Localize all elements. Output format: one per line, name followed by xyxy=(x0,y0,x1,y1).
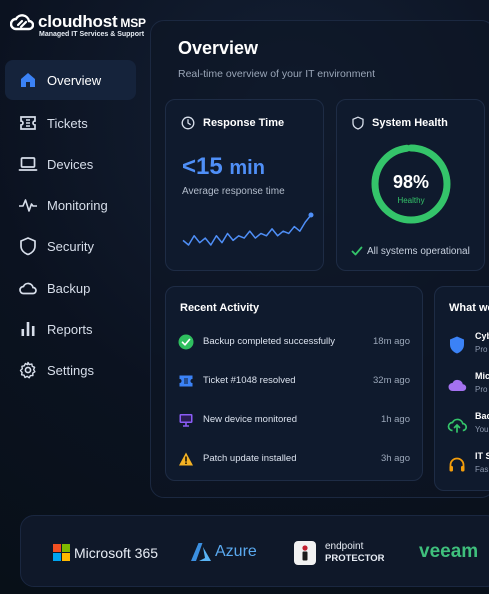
sidebar-item-label: Devices xyxy=(47,157,94,172)
activity-text: Ticket #1048 resolved xyxy=(203,375,296,386)
sidebar-item-overview[interactable]: Overview xyxy=(5,60,136,100)
health-value: 98% xyxy=(392,172,430,192)
bar-chart-icon xyxy=(21,322,35,336)
response-time-sparkline xyxy=(182,212,314,246)
recent-activity-card: Recent Activity Backup completed success… xyxy=(165,286,423,481)
sidebar-item-monitoring[interactable]: Monitoring xyxy=(5,185,136,225)
page-subtitle: Real-time overview of your IT environmen… xyxy=(178,68,376,80)
service-desc: Fas xyxy=(475,465,489,474)
partner-name-line2: PROTECTOR xyxy=(325,553,385,564)
headset-icon xyxy=(449,457,465,472)
service-desc: Pro xyxy=(475,385,488,394)
partner-name: veeam xyxy=(419,541,479,562)
brand-name: cloudhost MSP xyxy=(38,12,146,31)
services-title: What we xyxy=(449,302,489,314)
sidebar-item-label: Monitoring xyxy=(47,198,108,213)
activity-text: Patch update installed xyxy=(203,453,297,464)
sidebar-item-label: Overview xyxy=(47,73,102,88)
microsoft-logo-icon xyxy=(53,544,70,561)
azure-logo-icon xyxy=(191,543,211,561)
sparkline-end-dot xyxy=(308,212,314,218)
cloud-icon xyxy=(448,379,467,391)
shield-icon xyxy=(20,237,36,256)
page-title: Overview xyxy=(178,38,259,58)
endpoint-protector-logo-icon xyxy=(294,541,316,565)
system-health-card[interactable]: System Health 98% Healthy All systems op… xyxy=(336,99,485,271)
partner-name: Microsoft 365 xyxy=(74,545,159,561)
service-name: IT S xyxy=(475,451,489,461)
partner-endpoint-protector[interactable]: endpoint PROTECTOR xyxy=(294,538,394,568)
service-desc: You xyxy=(475,425,489,434)
response-time-value: <15 min xyxy=(182,153,265,181)
sidebar-item-label: Security xyxy=(47,239,94,254)
sidebar-item-label: Backup xyxy=(47,281,91,296)
activity-item[interactable]: New device monitored 1h ago xyxy=(178,410,414,430)
activity-time: 1h ago xyxy=(380,414,410,425)
partner-microsoft-365[interactable]: Microsoft 365 xyxy=(53,538,158,568)
recent-activity-title: Recent Activity xyxy=(180,302,260,314)
sidebar-item-label: Tickets xyxy=(47,116,88,131)
home-icon xyxy=(21,73,35,87)
response-time-card[interactable]: Response Time <15 min Average response t… xyxy=(165,99,324,271)
ticket-icon xyxy=(20,116,36,130)
cloud-logo-icon xyxy=(10,14,34,31)
cloud-upload-icon xyxy=(447,418,467,433)
activity-text: Backup completed successfully xyxy=(203,336,336,347)
brand-logo[interactable]: cloudhost MSP Managed IT Services & Suppo… xyxy=(10,11,160,41)
activity-time: 32m ago xyxy=(373,375,410,386)
check-circle-icon xyxy=(178,334,194,350)
gear-icon xyxy=(19,361,36,379)
health-label: Healthy xyxy=(397,196,425,205)
monitor-icon xyxy=(179,414,193,427)
sparkline-path xyxy=(182,214,312,246)
service-item[interactable]: Bac You xyxy=(447,411,489,439)
activity-text: New device monitored xyxy=(203,414,297,425)
service-item[interactable]: Mic Pro xyxy=(447,371,489,399)
laptop-icon xyxy=(18,157,38,171)
service-name: Cyb xyxy=(475,331,489,341)
activity-item[interactable]: Ticket #1048 resolved 32m ago xyxy=(178,371,414,391)
sidebar-item-backup[interactable]: Backup xyxy=(5,268,136,308)
service-item[interactable]: IT S Fas xyxy=(447,451,489,479)
cloud-icon xyxy=(19,282,37,295)
shield-icon xyxy=(352,116,364,130)
services-card: What we Cyb Pro Mic Pro Bac You xyxy=(434,286,489,491)
response-time-number: <15 xyxy=(182,153,223,180)
partner-azure[interactable]: Azure xyxy=(191,538,261,568)
sidebar-item-label: Settings xyxy=(47,363,94,378)
sidebar-item-tickets[interactable]: Tickets xyxy=(5,103,136,143)
response-time-unit: min xyxy=(229,157,265,179)
partner-name: endpoint xyxy=(325,541,364,552)
ticket-icon xyxy=(179,375,193,387)
app-root: cloudhost MSP Managed IT Services & Suppo… xyxy=(0,0,489,594)
check-icon xyxy=(351,246,363,256)
health-status: All systems operational xyxy=(367,246,470,257)
pulse-icon xyxy=(19,199,37,212)
shield-icon xyxy=(450,336,464,354)
sidebar-item-label: Reports xyxy=(47,322,93,337)
sidebar-item-reports[interactable]: Reports xyxy=(5,309,136,349)
sidebar-item-security[interactable]: Security xyxy=(5,226,136,266)
sidebar-item-devices[interactable]: Devices xyxy=(5,144,136,184)
brand-suffix: MSP xyxy=(120,16,146,30)
brand-tagline: Managed IT Services & Support xyxy=(39,31,145,38)
response-time-subtitle: Average response time xyxy=(182,186,285,197)
activity-item[interactable]: Backup completed successfully 18m ago xyxy=(178,332,414,352)
service-desc: Pro xyxy=(475,345,488,354)
activity-time: 3h ago xyxy=(380,453,410,464)
warning-icon xyxy=(179,452,193,466)
partner-name: Azure xyxy=(215,543,257,560)
service-name: Mic xyxy=(475,371,489,381)
partner-logos-bar: Microsoft 365 Azure endpoint PROTECTOR v… xyxy=(20,515,489,587)
sidebar-item-settings[interactable]: Settings xyxy=(5,350,136,390)
clock-icon xyxy=(181,116,195,130)
service-item[interactable]: Cyb Pro xyxy=(447,331,489,359)
system-health-title: System Health xyxy=(372,117,448,129)
service-name: Bac xyxy=(475,411,489,421)
activity-time: 18m ago xyxy=(373,336,410,347)
activity-item[interactable]: Patch update installed 3h ago xyxy=(178,449,414,469)
response-time-title: Response Time xyxy=(203,117,285,129)
partner-veeam[interactable]: veeam xyxy=(419,538,489,568)
